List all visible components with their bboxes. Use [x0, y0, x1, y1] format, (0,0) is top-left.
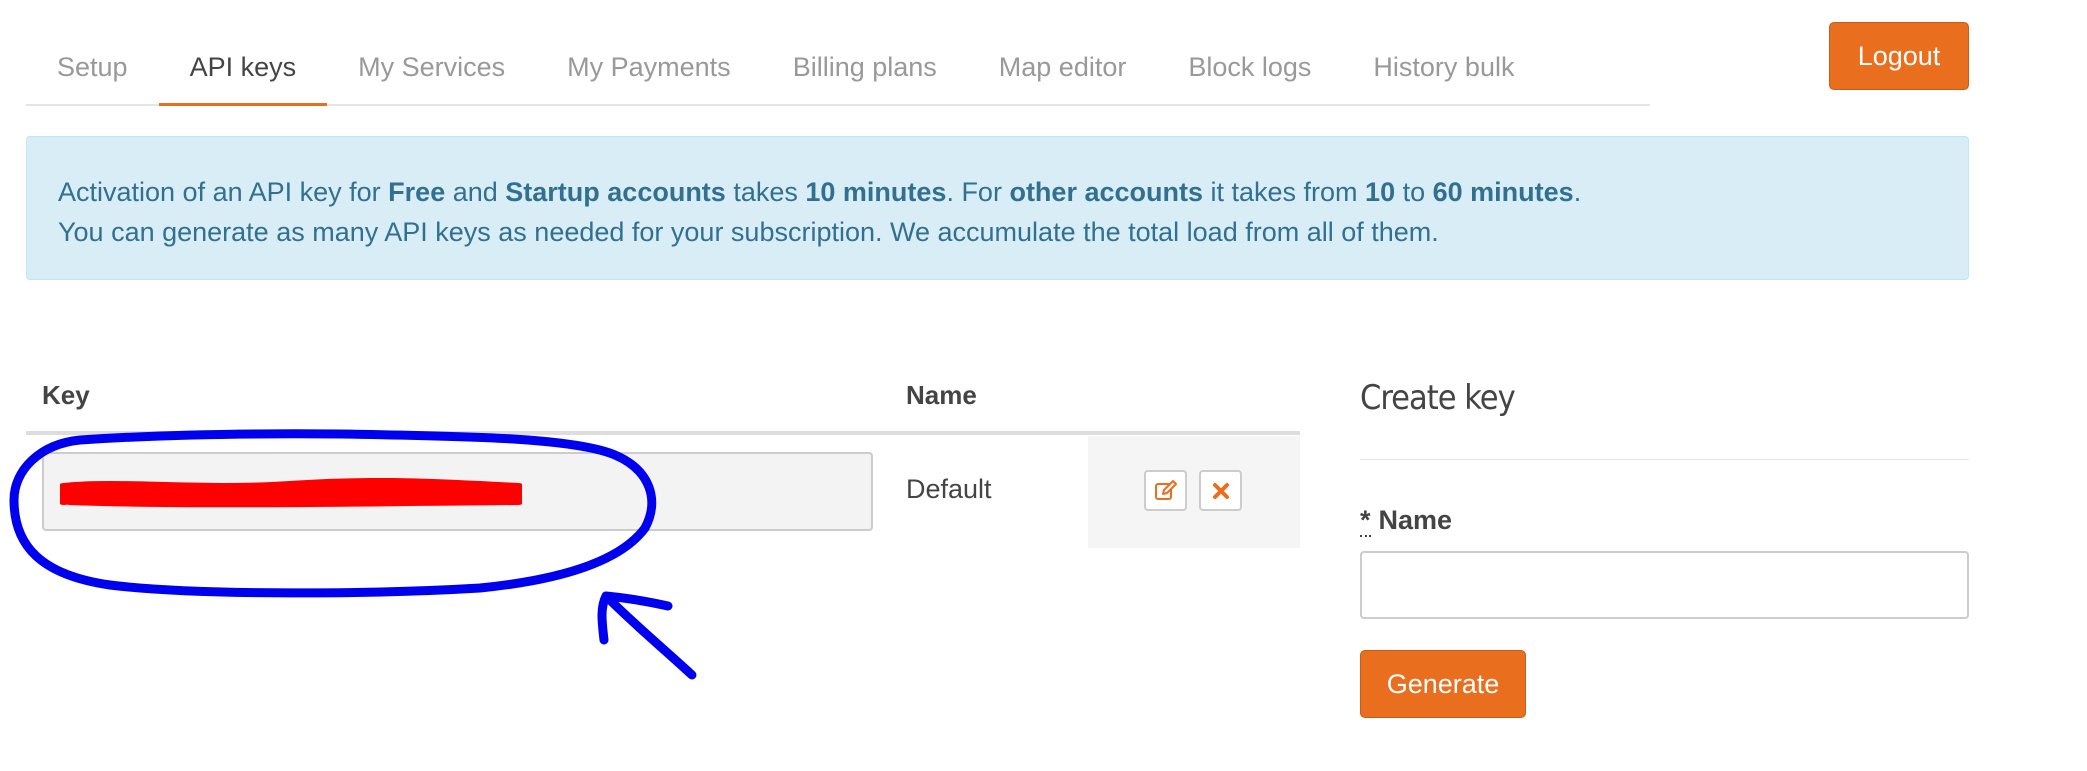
tab-bar: Setup API keys My Services My Payments B…: [26, 30, 1650, 106]
logout-button[interactable]: Logout: [1829, 22, 1969, 90]
create-key-divider: [1360, 459, 1969, 460]
edit-key-button[interactable]: [1144, 470, 1187, 511]
alert-text: Activation of an API key for: [58, 177, 389, 207]
generate-button[interactable]: Generate: [1360, 650, 1526, 718]
alert-bold: other accounts: [1009, 177, 1203, 207]
annotation-overlay: [9, 429, 697, 680]
tab-my-payments[interactable]: My Payments: [536, 30, 762, 104]
edit-icon: [1154, 479, 1177, 500]
alert-text: .: [1573, 177, 1582, 207]
alert-text: and: [445, 177, 506, 207]
close-icon: [1212, 482, 1229, 499]
alert-bold: 60 minutes: [1432, 177, 1574, 207]
redaction-mark: [60, 478, 522, 508]
tab-map-editor[interactable]: Map editor: [968, 30, 1158, 104]
key-name-input[interactable]: [1360, 551, 1969, 619]
annotation-arrow: [597, 591, 697, 680]
alert-text: . For: [946, 177, 1010, 207]
alert-line-activation: Activation of an API key for Free and St…: [58, 172, 1968, 212]
alert-text: to: [1395, 177, 1433, 207]
tab-block-logs[interactable]: Block logs: [1157, 30, 1342, 104]
alert-text: it takes from: [1203, 177, 1366, 207]
alert-bold: Free: [388, 177, 446, 207]
table-header-divider: [26, 431, 1300, 435]
alert-text: takes: [725, 177, 806, 207]
alert-bold: 10: [1365, 177, 1396, 207]
tab-api-keys[interactable]: API keys: [158, 30, 328, 106]
name-label-text: Name: [1378, 505, 1453, 535]
required-marker: *: [1360, 505, 1371, 537]
alert-bold: 10 minutes: [805, 177, 947, 207]
tab-my-services[interactable]: My Services: [327, 30, 536, 104]
create-key-title: Create key: [1360, 378, 1516, 418]
row-actions: [1088, 436, 1300, 548]
info-alert: Activation of an API key for Free and St…: [26, 136, 1969, 280]
column-header-name: Name: [906, 380, 977, 410]
alert-line-generate: You can generate as many API keys as nee…: [58, 217, 1439, 247]
page: Setup API keys My Services My Payments B…: [0, 0, 2087, 771]
alert-bold: Startup accounts: [505, 177, 726, 207]
delete-key-button[interactable]: [1199, 470, 1242, 511]
tab-billing-plans[interactable]: Billing plans: [762, 30, 968, 104]
tab-history-bulk[interactable]: History bulk: [1342, 30, 1545, 104]
key-name-cell: Default: [906, 474, 992, 504]
name-field-label: * Name: [1360, 505, 1453, 537]
column-header-key: Key: [42, 380, 90, 410]
tab-setup[interactable]: Setup: [26, 30, 159, 104]
